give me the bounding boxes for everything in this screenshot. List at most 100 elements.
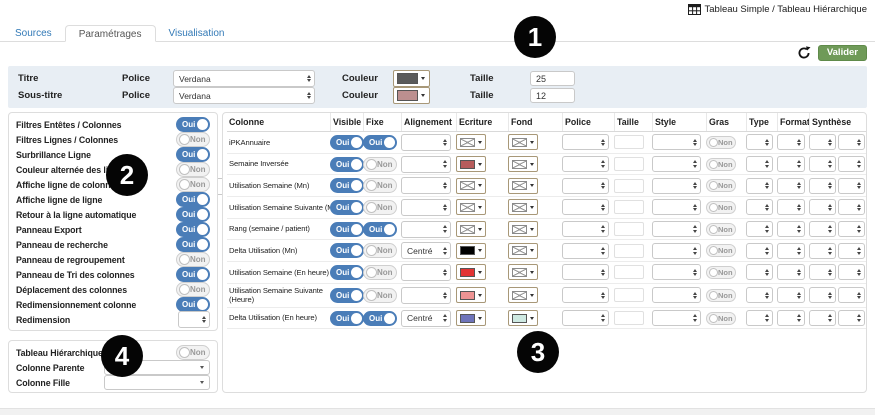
colonne-fille-select[interactable] — [104, 375, 210, 390]
validate-button[interactable]: Valider — [818, 45, 867, 62]
font-select[interactable] — [562, 287, 609, 303]
size-input[interactable] — [614, 157, 644, 171]
format-select[interactable] — [777, 221, 805, 237]
format-select[interactable] — [777, 287, 805, 303]
synthesis-select-1[interactable] — [809, 178, 836, 194]
bold-toggle[interactable]: Non — [706, 266, 736, 279]
option-toggle[interactable]: Non — [176, 132, 210, 147]
bold-toggle[interactable]: Non — [706, 158, 736, 171]
font-select[interactable] — [562, 310, 609, 326]
font-color-picker[interactable] — [456, 134, 486, 150]
option-toggle[interactable]: Oui — [176, 117, 210, 132]
option-toggle[interactable]: Oui — [176, 207, 210, 222]
type-select[interactable] — [746, 310, 773, 326]
type-select[interactable] — [746, 221, 773, 237]
size-input[interactable] — [614, 244, 644, 258]
font-color-picker[interactable] — [456, 199, 486, 215]
alignment-select[interactable] — [401, 287, 451, 304]
synthesis-select-2[interactable] — [838, 134, 865, 150]
type-select[interactable] — [746, 287, 773, 303]
fixed-toggle[interactable]: Oui — [363, 311, 397, 326]
style-select[interactable] — [652, 264, 701, 280]
type-select[interactable] — [746, 178, 773, 194]
background-color-picker[interactable] — [508, 178, 538, 194]
option-toggle[interactable]: Non — [176, 252, 210, 267]
format-select[interactable] — [777, 310, 805, 326]
visible-toggle[interactable]: Oui — [330, 243, 364, 258]
synthesis-select-1[interactable] — [809, 264, 836, 280]
format-select[interactable] — [777, 134, 805, 150]
alignment-select[interactable] — [401, 221, 451, 238]
size-input[interactable] — [614, 222, 644, 236]
option-toggle[interactable]: Oui — [176, 267, 210, 282]
font-select[interactable] — [562, 134, 609, 150]
alignment-select[interactable] — [401, 264, 451, 281]
fixed-toggle[interactable]: Non — [363, 265, 397, 280]
title-font-select[interactable]: Verdana — [173, 70, 315, 87]
synthesis-select-1[interactable] — [809, 243, 836, 259]
style-select[interactable] — [652, 243, 701, 259]
synthesis-select-1[interactable] — [809, 156, 836, 172]
type-select[interactable] — [746, 264, 773, 280]
fixed-toggle[interactable]: Non — [363, 178, 397, 193]
visible-toggle[interactable]: Oui — [330, 200, 364, 215]
bold-toggle[interactable]: Non — [706, 136, 736, 149]
visible-toggle[interactable]: Oui — [330, 222, 364, 237]
redimension-select[interactable] — [178, 311, 210, 328]
style-select[interactable] — [652, 178, 701, 194]
fixed-toggle[interactable]: Non — [363, 288, 397, 303]
option-toggle[interactable]: Non — [176, 177, 210, 192]
background-color-picker[interactable] — [508, 243, 538, 259]
type-select[interactable] — [746, 134, 773, 150]
subtitle-color-picker[interactable] — [393, 87, 430, 104]
option-toggle[interactable]: Oui — [176, 237, 210, 252]
font-select[interactable] — [562, 156, 609, 172]
alignment-select[interactable] — [401, 199, 451, 216]
bold-toggle[interactable]: Non — [706, 201, 736, 214]
format-select[interactable] — [777, 199, 805, 215]
format-select[interactable] — [777, 264, 805, 280]
bold-toggle[interactable]: Non — [706, 179, 736, 192]
font-select[interactable] — [562, 221, 609, 237]
background-color-picker[interactable] — [508, 264, 538, 280]
synthesis-select-2[interactable] — [838, 156, 865, 172]
fixed-toggle[interactable]: Oui — [363, 135, 397, 150]
visible-toggle[interactable]: Oui — [330, 265, 364, 280]
alignment-select[interactable] — [401, 156, 451, 173]
font-color-picker[interactable] — [456, 310, 486, 326]
visible-toggle[interactable]: Oui — [330, 135, 364, 150]
style-select[interactable] — [652, 156, 701, 172]
synthesis-select-1[interactable] — [809, 199, 836, 215]
font-color-picker[interactable] — [456, 221, 486, 237]
synthesis-select-1[interactable] — [809, 310, 836, 326]
background-color-picker[interactable] — [508, 134, 538, 150]
fixed-toggle[interactable]: Non — [363, 200, 397, 215]
alignment-select[interactable] — [401, 177, 451, 194]
style-select[interactable] — [652, 134, 701, 150]
type-select[interactable] — [746, 156, 773, 172]
size-input[interactable] — [614, 135, 644, 149]
fixed-toggle[interactable]: Non — [363, 157, 397, 172]
format-select[interactable] — [777, 156, 805, 172]
font-color-picker[interactable] — [456, 178, 486, 194]
font-color-picker[interactable] — [456, 264, 486, 280]
size-input[interactable] — [614, 200, 644, 214]
synthesis-select-2[interactable] — [838, 243, 865, 259]
synthesis-select-2[interactable] — [838, 178, 865, 194]
font-select[interactable] — [562, 178, 609, 194]
option-toggle[interactable]: Oui — [176, 147, 210, 162]
bold-toggle[interactable]: Non — [706, 289, 736, 302]
size-input[interactable] — [614, 265, 644, 279]
size-input[interactable] — [614, 288, 644, 302]
font-color-picker[interactable] — [456, 243, 486, 259]
style-select[interactable] — [652, 310, 701, 326]
visible-toggle[interactable]: Oui — [330, 178, 364, 193]
refresh-icon[interactable] — [797, 46, 811, 60]
option-toggle[interactable]: Oui — [176, 192, 210, 207]
bold-toggle[interactable]: Non — [706, 244, 736, 257]
title-size-input[interactable] — [530, 71, 575, 86]
bold-toggle[interactable]: Non — [706, 223, 736, 236]
size-input[interactable] — [614, 179, 644, 193]
visible-toggle[interactable]: Oui — [330, 288, 364, 303]
synthesis-select-2[interactable] — [838, 287, 865, 303]
